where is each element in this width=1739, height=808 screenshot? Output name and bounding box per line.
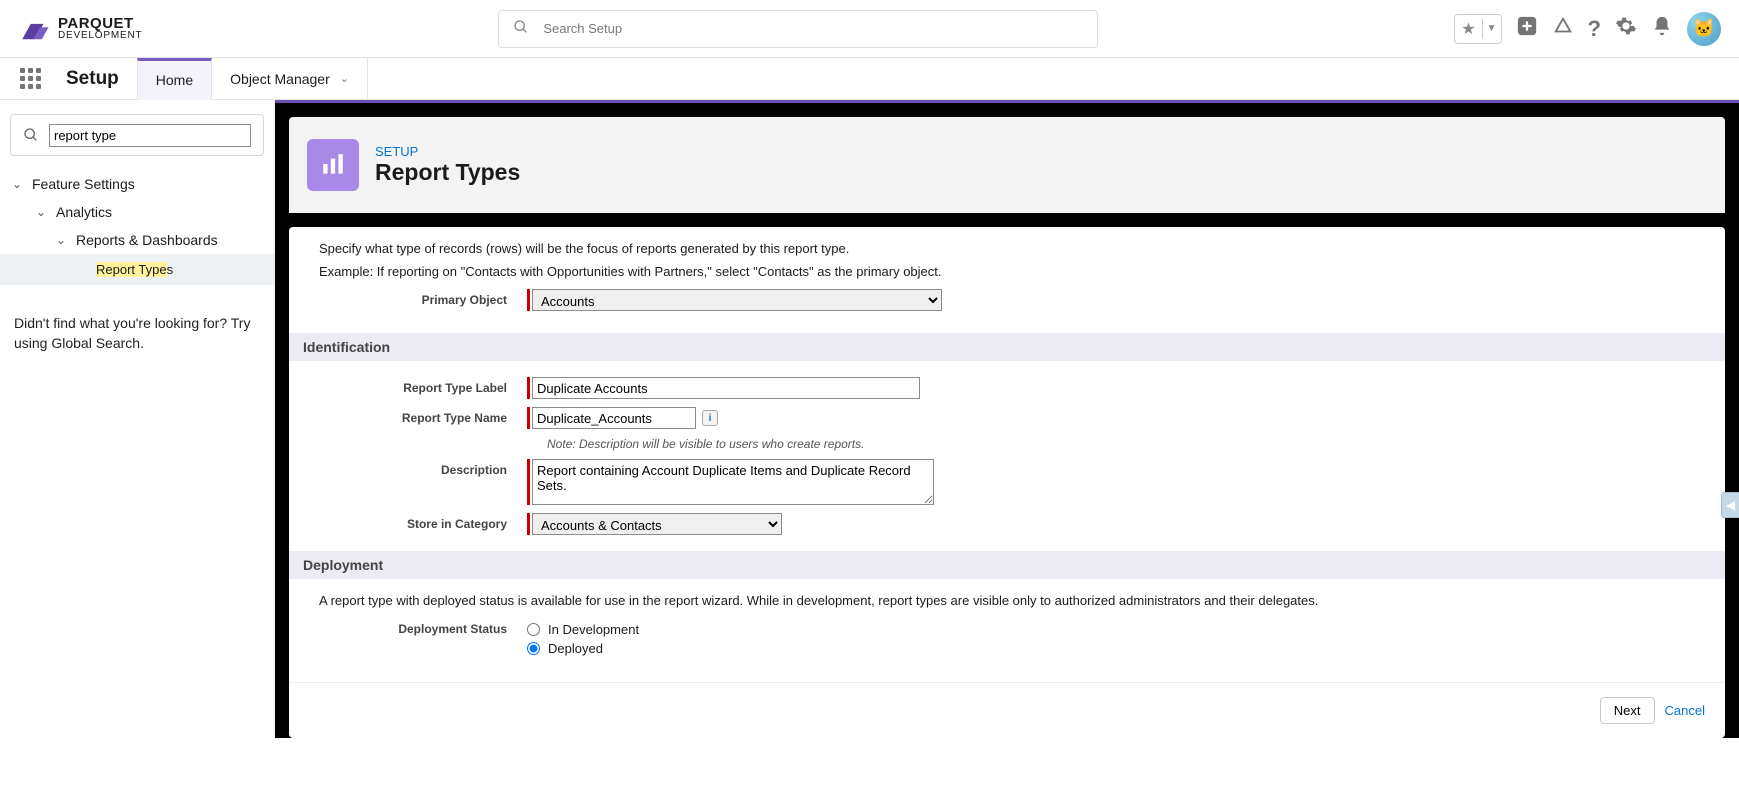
- main-content: SETUP Report Types Specify what type of …: [275, 100, 1739, 738]
- chevron-down-icon: ⌄: [340, 72, 349, 85]
- chevron-down-icon: ▼: [1483, 23, 1501, 34]
- chevron-down-icon: ⌄: [56, 233, 70, 247]
- required-indicator: [527, 513, 530, 535]
- tree-report-types[interactable]: Report Types: [0, 254, 274, 285]
- page-header: SETUP Report Types: [289, 117, 1725, 213]
- deployment-intro: A report type with deployed status is av…: [319, 593, 1695, 608]
- favorites-button[interactable]: ★ ▼: [1454, 14, 1501, 44]
- search-placeholder: Search Setup: [543, 21, 622, 36]
- logo-text-2: DEVELOPMENT: [58, 31, 142, 41]
- next-button[interactable]: Next: [1600, 697, 1655, 724]
- required-indicator: [527, 289, 530, 311]
- search-icon: [513, 19, 529, 38]
- section-deployment: Deployment: [289, 551, 1725, 579]
- primary-object-label: Primary Object: [319, 289, 527, 307]
- help-icon[interactable]: ?: [1588, 16, 1601, 42]
- form-footer: Next Cancel: [289, 682, 1725, 738]
- in-development-label: In Development: [548, 622, 639, 637]
- deployed-label: Deployed: [548, 641, 603, 656]
- app-launcher-icon[interactable]: [0, 68, 60, 89]
- deployment-status-label: Deployment Status: [319, 618, 527, 636]
- report-type-name-label: Report Type Name: [319, 407, 527, 425]
- tab-home[interactable]: Home: [137, 58, 212, 100]
- context-nav: Setup Home Object Manager ⌄: [0, 58, 1739, 100]
- description-textarea[interactable]: Report containing Account Duplicate Item…: [532, 459, 934, 505]
- user-avatar[interactable]: 🐱: [1687, 12, 1721, 46]
- report-type-icon: [307, 139, 359, 191]
- global-header: PARQUET DEVELOPMENT Search Setup ★ ▼ ? �: [0, 0, 1739, 58]
- intro-text-2: Example: If reporting on "Contacts with …: [319, 264, 1695, 279]
- report-type-name-input[interactable]: [532, 407, 696, 429]
- chevron-down-icon: ⌄: [36, 205, 50, 219]
- category-select[interactable]: Accounts & Contacts: [532, 513, 782, 535]
- search-icon: [23, 127, 39, 143]
- global-search[interactable]: Search Setup: [498, 10, 1098, 48]
- intro-text-1: Specify what type of records (rows) will…: [319, 241, 1695, 256]
- category-label: Store in Category: [319, 513, 527, 531]
- add-icon[interactable]: [1516, 15, 1538, 43]
- quick-find-input[interactable]: [49, 124, 251, 147]
- star-icon: ★: [1455, 19, 1482, 39]
- notification-bell-icon[interactable]: [1651, 15, 1673, 43]
- salesforce-help-icon[interactable]: [1552, 15, 1574, 43]
- chevron-down-icon: ⌄: [12, 177, 26, 191]
- description-label: Description: [319, 459, 527, 477]
- tree-reports-dashboards[interactable]: ⌄ Reports & Dashboards: [10, 226, 264, 254]
- tab-object-manager[interactable]: Object Manager ⌄: [212, 58, 368, 100]
- required-indicator: [527, 407, 530, 429]
- parquet-logo-icon: [18, 15, 52, 43]
- deployed-radio[interactable]: [527, 642, 540, 655]
- tree-feature-settings[interactable]: ⌄ Feature Settings: [10, 170, 264, 198]
- gear-icon[interactable]: [1615, 15, 1637, 43]
- report-type-label-input[interactable]: [532, 377, 920, 399]
- section-identification: Identification: [289, 333, 1725, 361]
- tree-analytics[interactable]: ⌄ Analytics: [10, 198, 264, 226]
- description-note: Note: Description will be visible to use…: [547, 437, 1695, 451]
- sidebar-help-text: Didn't find what you're looking for? Try…: [10, 313, 264, 354]
- form-panel: Specify what type of records (rows) will…: [289, 227, 1725, 738]
- org-logo[interactable]: PARQUET DEVELOPMENT: [18, 15, 142, 43]
- cancel-link[interactable]: Cancel: [1665, 703, 1705, 718]
- app-name: Setup: [60, 68, 137, 90]
- expand-side-tab[interactable]: ◀: [1721, 492, 1739, 518]
- in-development-radio[interactable]: [527, 623, 540, 636]
- info-icon[interactable]: i: [702, 410, 718, 426]
- setup-sidebar: ⌄ Feature Settings ⌄ Analytics ⌄ Reports…: [0, 100, 275, 738]
- required-indicator: [527, 377, 530, 399]
- report-type-label-label: Report Type Label: [319, 377, 527, 395]
- sidebar-search[interactable]: [10, 114, 264, 156]
- primary-object-select[interactable]: Accounts: [532, 289, 942, 311]
- page-title: Report Types: [375, 159, 520, 186]
- breadcrumb[interactable]: SETUP: [375, 144, 520, 159]
- required-indicator: [527, 459, 530, 505]
- logo-text-1: PARQUET: [58, 17, 142, 31]
